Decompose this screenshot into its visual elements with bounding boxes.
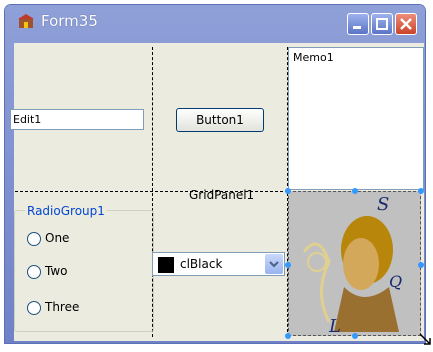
close-icon [400,18,412,30]
selection-handle[interactable] [285,333,291,339]
radio-label: Two [45,264,68,278]
window-title: Form35 [41,12,98,30]
radio-label: Three [45,300,80,314]
button1[interactable]: Button1 [176,108,264,132]
dropdown-button[interactable] [265,254,283,274]
svg-text:L: L [328,316,341,336]
radio-option-two[interactable]: Two [27,264,68,279]
svg-text:S: S [377,194,389,215]
color-box-value: clBlack [180,257,223,271]
title-bar[interactable]: Form35 [5,5,425,35]
radio-option-three[interactable]: Three [27,300,79,315]
minimize-button[interactable] [347,13,369,35]
radio-option-one[interactable]: One [27,231,69,246]
image-bust[interactable]: S Q L [288,191,421,336]
selection-handle[interactable] [418,188,424,194]
selection-handle[interactable] [418,262,424,268]
maximize-icon [376,18,388,30]
chevron-down-icon [269,261,279,268]
color-swatch [158,257,174,273]
gridpanel-caption: GridPanel1 [189,188,255,202]
radio-circle-icon [27,264,41,279]
radio-group-caption: RadioGroup1 [25,204,107,218]
resize-grip-icon[interactable] [418,332,432,346]
bust-image: S Q L [302,194,402,336]
selection-handle[interactable] [285,188,291,194]
app-icon [18,14,34,28]
selection-handle[interactable] [352,333,358,339]
minimize-icon [353,26,361,29]
selection-handle[interactable] [285,262,291,268]
radio-label: One [45,231,70,245]
memo1[interactable]: Memo1 [288,47,424,190]
radio-circle-icon [27,300,41,315]
close-button[interactable] [395,13,417,35]
radio-circle-icon [27,231,41,246]
color-box-select[interactable]: clBlack [152,252,285,276]
svg-text:Q: Q [389,272,402,291]
selection-handle[interactable] [352,188,358,194]
maximize-button[interactable] [371,13,393,35]
edit1-input[interactable]: Edit1 [10,109,144,130]
